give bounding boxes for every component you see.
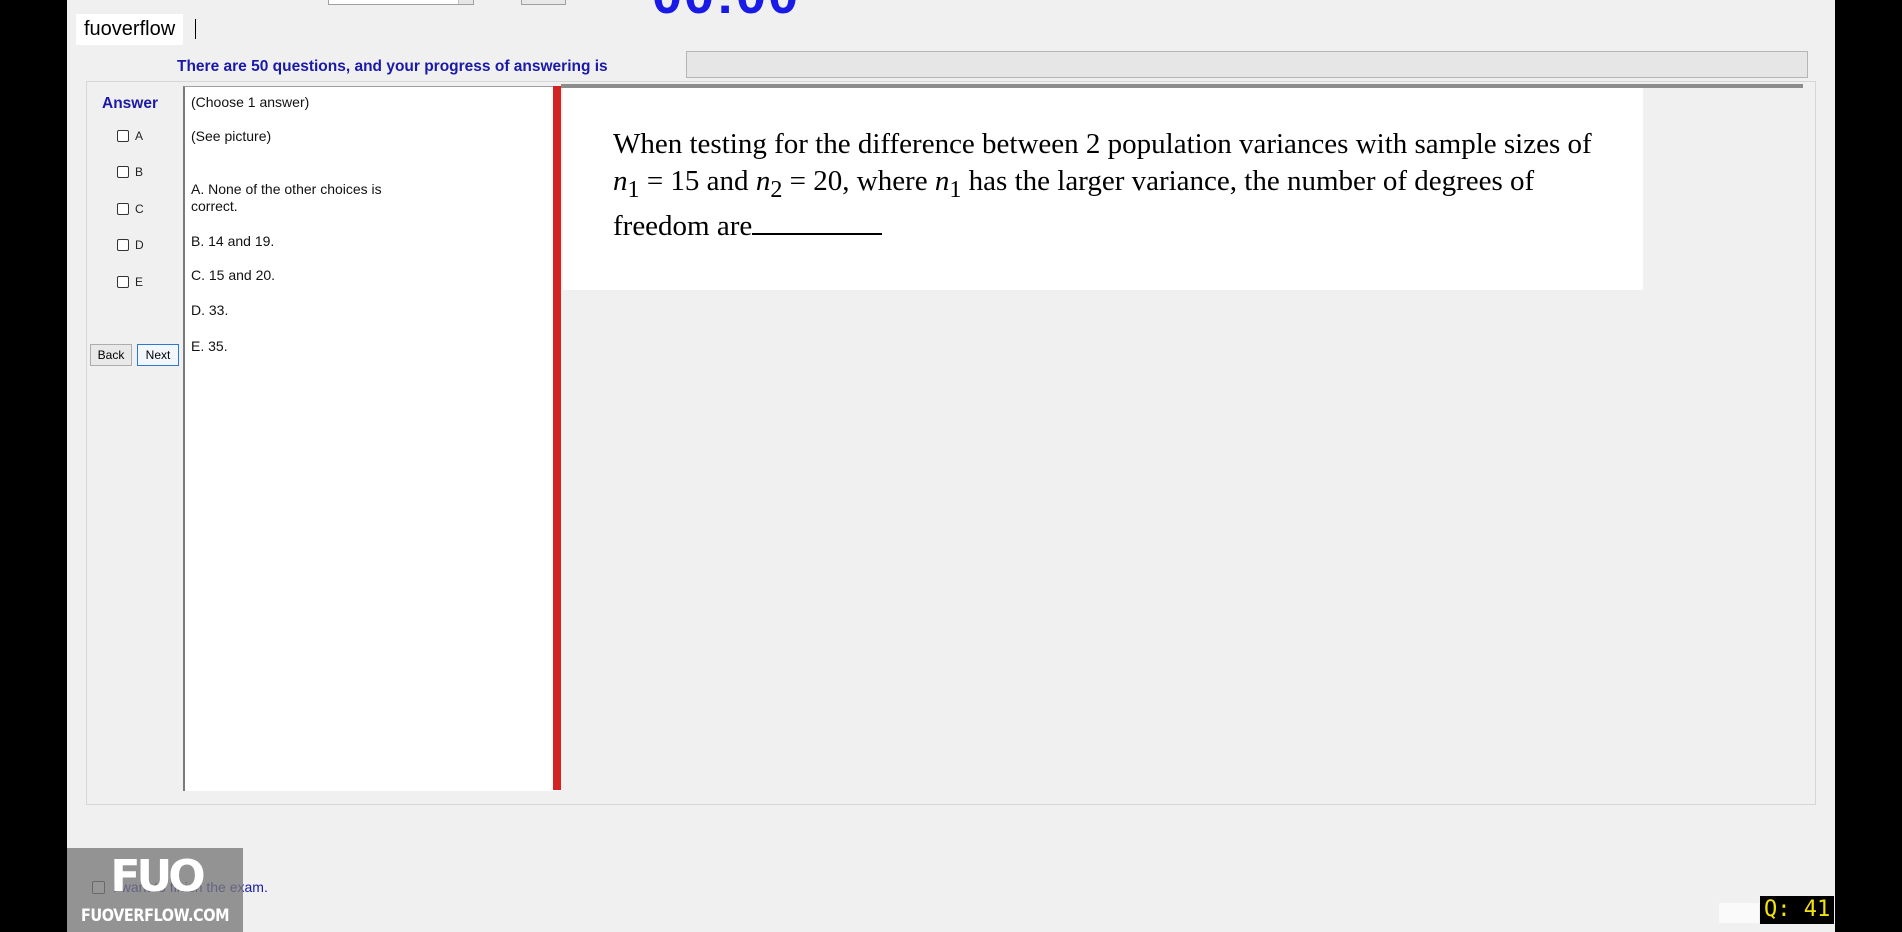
top-dropdown[interactable] — [328, 0, 474, 5]
question-text: When testing for the difference between … — [613, 128, 1592, 242]
answer-option-e[interactable]: E — [117, 273, 143, 291]
checkbox-icon[interactable] — [117, 166, 129, 178]
progress-bar — [686, 51, 1808, 78]
panel-divider[interactable] — [553, 86, 561, 790]
option-letter: D — [135, 238, 144, 252]
answer-blank — [752, 209, 883, 235]
progress-label: There are 50 questions, and your progres… — [177, 58, 608, 75]
checkbox-icon[interactable] — [117, 239, 129, 251]
checkbox-icon[interactable] — [117, 130, 129, 142]
text-caret — [195, 19, 196, 39]
choose-instruction: (Choose 1 answer) — [191, 94, 310, 110]
option-letter: A — [135, 129, 144, 143]
watermark-logo: FUO FUOVERFLOW.COM — [67, 848, 243, 932]
choice-d: D. 33. — [191, 302, 229, 318]
see-picture-note: (See picture) — [191, 128, 272, 144]
answer-option-b[interactable]: B — [117, 163, 143, 181]
exam-window: 00:00 fuoverflow There are 50 questions,… — [67, 0, 1835, 932]
answer-option-d[interactable]: D — [117, 236, 144, 254]
question-counter: Q: 41 — [1760, 896, 1835, 924]
checkbox-icon[interactable] — [117, 276, 129, 288]
answer-option-c[interactable]: C — [117, 200, 144, 218]
answer-option-a[interactable]: A — [117, 127, 143, 145]
option-letter: B — [135, 165, 144, 179]
choice-c: C. 15 and 20. — [191, 267, 276, 283]
option-letter: C — [135, 202, 144, 216]
brand-tag: fuoverflow — [76, 14, 184, 45]
countdown-timer: 00:00 — [652, 0, 800, 26]
logo-mark: FUO — [110, 850, 205, 902]
counter-backdrop — [1719, 903, 1759, 923]
choice-e: E. 35. — [191, 338, 228, 354]
chevron-down-icon[interactable] — [458, 0, 473, 4]
next-button[interactable]: Next — [137, 344, 179, 366]
top-small-control[interactable] — [521, 0, 566, 5]
answer-heading: Answer — [102, 95, 158, 112]
option-letter: E — [135, 275, 144, 289]
choices-panel: (Choose 1 answer) (See picture) A. None … — [183, 86, 558, 791]
checkbox-icon[interactable] — [117, 203, 129, 215]
choice-b: B. 14 and 19. — [191, 233, 275, 249]
logo-url: FUOVERFLOW.COM — [80, 906, 230, 926]
back-button[interactable]: Back — [90, 344, 132, 366]
question-picture: When testing for the difference between … — [563, 88, 1643, 290]
choice-a: A. None of the other choices is correct. — [191, 181, 382, 214]
